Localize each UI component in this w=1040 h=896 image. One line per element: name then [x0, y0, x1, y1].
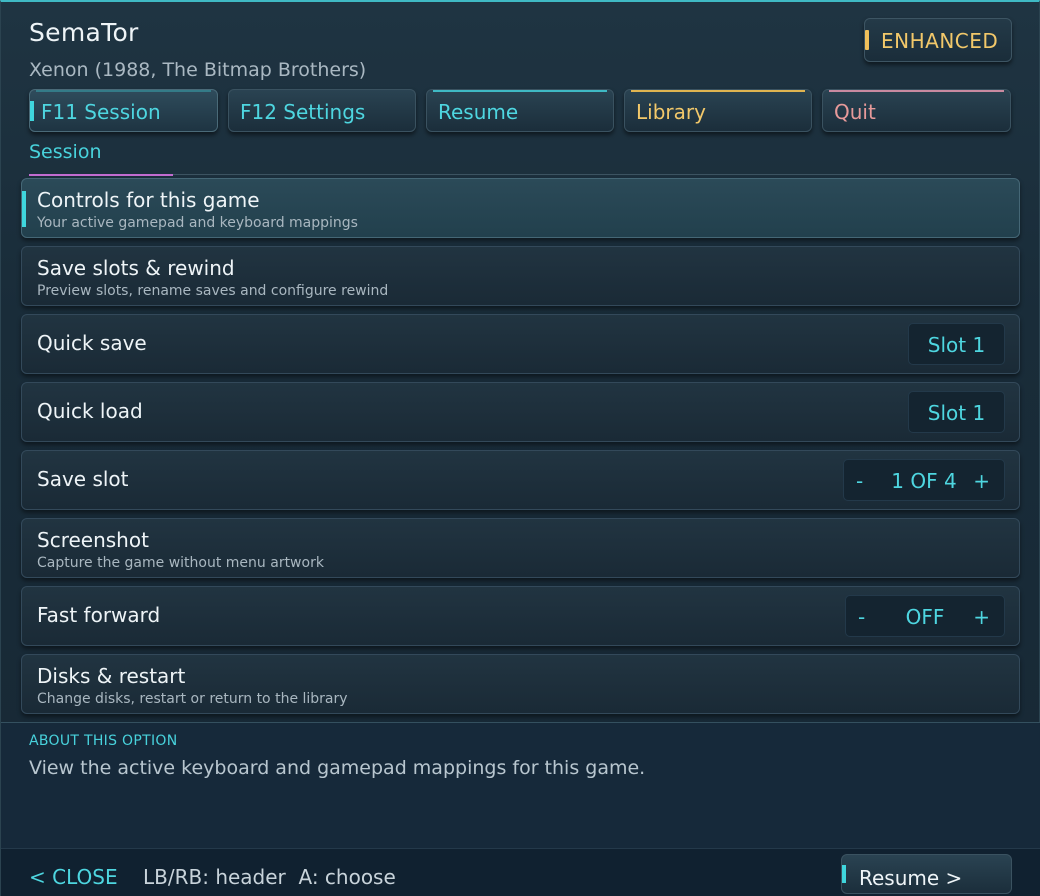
fast-forward-stepper[interactable]: - OFF + [845, 595, 1005, 637]
option-save-slot[interactable]: Save slot - 1 OF 4 + [21, 450, 1020, 510]
option-title: Controls for this game [37, 188, 260, 212]
option-quick-save[interactable]: Quick save Slot 1 [21, 314, 1020, 374]
selection-indicator [22, 191, 26, 227]
tab-label: Quit [834, 100, 876, 124]
controller-hints: LB/RB: header A: choose [143, 865, 396, 889]
tab-settings[interactable]: F12 Settings [228, 89, 416, 132]
option-description: Change disks, restart or return to the l… [37, 691, 348, 707]
option-screenshot[interactable]: Screenshot Capture the game without menu… [21, 518, 1020, 578]
resume-button[interactable]: Resume > [841, 854, 1012, 894]
tab-label: Library [636, 100, 706, 124]
tab-accent-line [829, 90, 1004, 92]
enhanced-mode-badge[interactable]: ENHANCED [864, 18, 1012, 62]
option-title: Save slots & rewind [37, 256, 235, 280]
option-disks-restart[interactable]: Disks & restart Change disks, restart or… [21, 654, 1020, 714]
option-title: Fast forward [37, 603, 161, 627]
tab-active-indicator [30, 101, 34, 121]
app-title: SemaTor [29, 18, 139, 47]
badge-label: ENHANCED [881, 29, 999, 53]
save-slot-stepper[interactable]: - 1 OF 4 + [843, 459, 1005, 501]
option-quick-load[interactable]: Quick load Slot 1 [21, 382, 1020, 442]
about-option-panel: ABOUT THIS OPTION View the active keyboa… [1, 722, 1040, 848]
option-controls[interactable]: Controls for this game Your active gamep… [21, 178, 1020, 238]
section-underline [29, 174, 173, 176]
game-subtitle: Xenon (1988, The Bitmap Brothers) [29, 59, 367, 81]
tab-label: F11 Session [41, 100, 161, 124]
option-description: Capture the game without menu artwork [37, 555, 324, 571]
about-description: View the active keyboard and gamepad map… [29, 757, 646, 779]
section-divider [173, 174, 1011, 175]
tab-resume[interactable]: Resume [426, 89, 614, 132]
footer-bar: < CLOSE LB/RB: header A: choose Resume > [1, 848, 1040, 896]
tab-library[interactable]: Library [624, 89, 812, 132]
option-title: Quick save [37, 331, 147, 355]
tab-session[interactable]: F11 Session [29, 89, 218, 132]
option-save-slots-rewind[interactable]: Save slots & rewind Preview slots, renam… [21, 246, 1020, 306]
tab-accent-line [631, 90, 805, 92]
badge-accent-bar [865, 30, 869, 50]
tab-quit[interactable]: Quit [822, 89, 1011, 132]
option-fast-forward[interactable]: Fast forward - OFF + [21, 586, 1020, 646]
about-heading: ABOUT THIS OPTION [29, 733, 178, 749]
option-title: Disks & restart [37, 664, 186, 688]
increment-button[interactable]: + [973, 605, 990, 629]
tab-label: Resume [438, 100, 519, 124]
option-title: Save slot [37, 467, 129, 491]
resume-accent-bar [842, 865, 846, 883]
resume-label: Resume > [859, 866, 963, 890]
quick-save-slot-value[interactable]: Slot 1 [908, 323, 1005, 365]
tab-accent-line [36, 90, 211, 92]
option-title: Screenshot [37, 528, 149, 552]
menu-window: SemaTor Xenon (1988, The Bitmap Brothers… [0, 0, 1040, 896]
tab-accent-line [433, 90, 607, 92]
close-button[interactable]: < CLOSE [29, 865, 118, 889]
option-description: Your active gamepad and keyboard mapping… [37, 215, 358, 231]
option-title: Quick load [37, 399, 143, 423]
increment-button[interactable]: + [973, 469, 990, 493]
tab-label: F12 Settings [240, 100, 366, 124]
option-description: Preview slots, rename saves and configur… [37, 283, 389, 299]
quick-load-slot-value[interactable]: Slot 1 [908, 391, 1005, 433]
section-title: Session [29, 141, 102, 163]
